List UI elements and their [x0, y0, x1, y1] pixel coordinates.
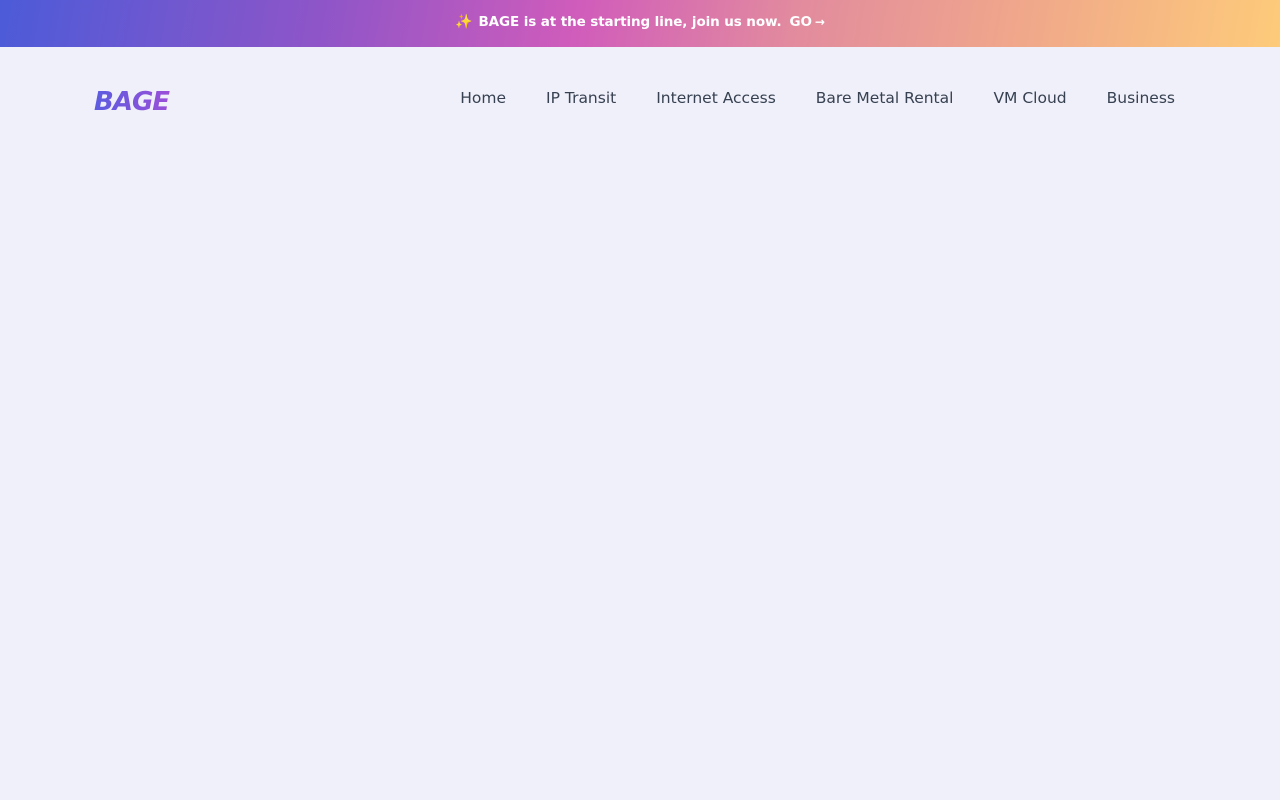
nav-home[interactable]: Home	[460, 89, 506, 107]
main-nav: Home IP Transit Internet Access Bare Met…	[460, 89, 1175, 107]
nav-internet-access[interactable]: Internet Access	[656, 89, 776, 107]
nav-bare-metal-rental[interactable]: Bare Metal Rental	[816, 89, 954, 107]
banner-text: BAGE is at the starting line, join us no…	[478, 14, 782, 30]
site-header: BAGE Home IP Transit Internet Access Bar…	[0, 47, 1280, 153]
banner-go-label: GO	[789, 14, 812, 30]
bage-logo-text: BAGE	[94, 87, 170, 115]
announcement-banner: ✨ BAGE is at the starting line, join us …	[0, 0, 1280, 47]
bage-logo-image: BAGE	[94, 87, 171, 117]
nav-vm-cloud[interactable]: VM Cloud	[993, 89, 1066, 107]
nav-ip-transit[interactable]: IP Transit	[546, 89, 616, 107]
banner-go-link[interactable]: GO →	[790, 14, 825, 30]
arrow-right-icon: →	[814, 15, 825, 29]
bage-logo[interactable]: BAGE	[94, 85, 180, 117]
sparkle-icon: ✨	[455, 14, 473, 30]
nav-business[interactable]: Business	[1107, 89, 1175, 107]
banner-content: ✨ BAGE is at the starting line, join us …	[455, 14, 825, 30]
